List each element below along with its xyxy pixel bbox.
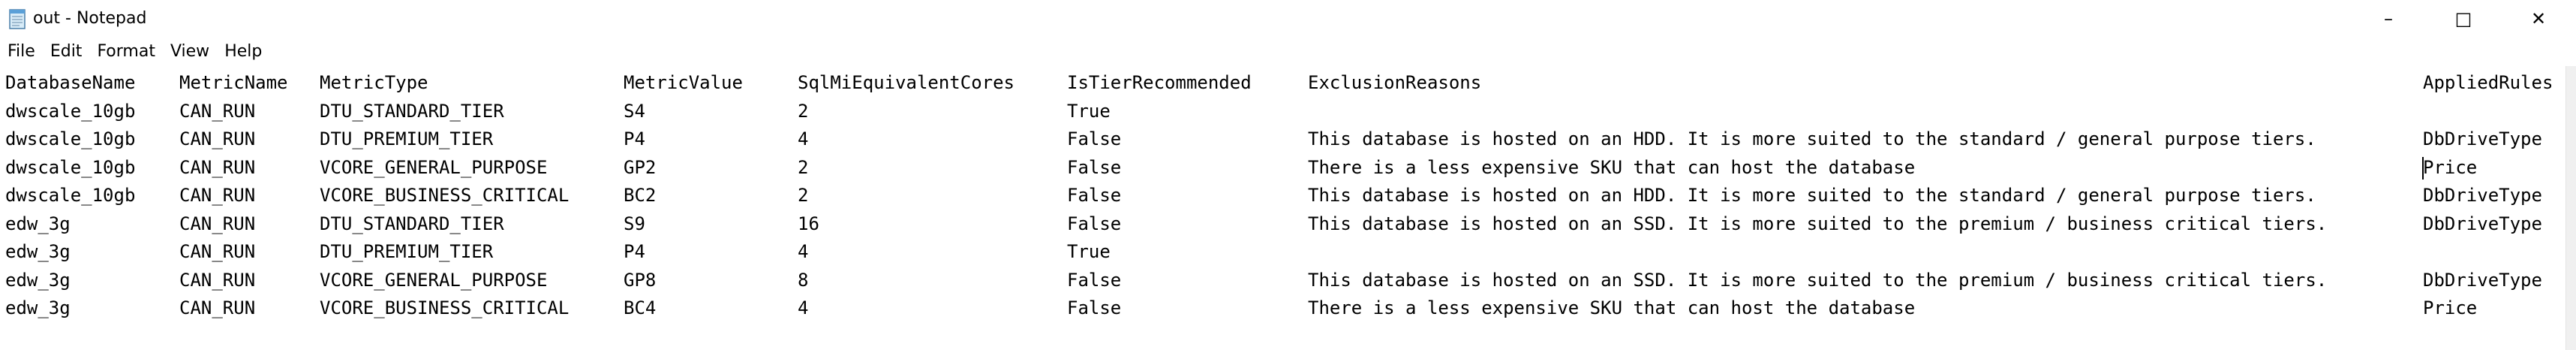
- text-row: edw_3g CAN_RUN VCORE_GENERAL_PURPOSE GP8 8 Fa…: [0, 267, 2566, 294]
- table-cell: False: [1067, 213, 1122, 234]
- text-row: edw_3g CAN_RUN VCORE_BUSINESS_CRITICAL BC4 4…: [0, 294, 2566, 322]
- table-cell: CAN_RUN: [179, 241, 256, 262]
- close-button[interactable]: ✕: [2501, 0, 2576, 38]
- column-header: IsTierRecommended: [1067, 72, 1252, 93]
- table-cell: edw_3g: [5, 213, 71, 234]
- table-cell: CAN_RUN: [179, 128, 256, 149]
- table-cell: This database is hosted on an SSD. It is…: [1308, 269, 2328, 291]
- table-cell: CAN_RUN: [179, 100, 256, 122]
- table-cell: True: [1067, 100, 1111, 122]
- table-cell: DTU_STANDARD_TIER: [320, 100, 504, 122]
- table-cell: GP8: [624, 269, 657, 291]
- table-cell: 4: [798, 241, 809, 262]
- table-cell: GP2: [624, 156, 657, 178]
- table-cell: S9: [624, 213, 645, 234]
- notepad-window: out - Notepad – □ ✕ File Edit Format Vie…: [0, 0, 2576, 350]
- table-cell: False: [1067, 297, 1122, 318]
- table-cell: VCORE_GENERAL_PURPOSE: [320, 269, 548, 291]
- close-icon: ✕: [2530, 8, 2547, 29]
- menu-help[interactable]: Help: [217, 39, 269, 65]
- table-cell: 4: [798, 128, 809, 149]
- table-cell: False: [1067, 156, 1122, 178]
- table-cell: VCORE_BUSINESS_CRITICAL: [320, 185, 570, 206]
- table-cell: False: [1067, 185, 1122, 206]
- table-cell: This database is hosted on an HDD. It is…: [1308, 128, 2316, 149]
- text-row: dwscale_10gb CAN_RUN DTU_STANDARD_TIER S4 2 T…: [0, 98, 2566, 125]
- table-cell: This database is hosted on an SSD. It is…: [1308, 213, 2328, 234]
- table-cell: S4: [624, 100, 645, 122]
- table-cell: 2: [798, 100, 809, 122]
- table-cell: There is a less expensive SKU that can h…: [1308, 297, 1916, 318]
- table-cell: edw_3g: [5, 269, 71, 291]
- table-cell: False: [1067, 269, 1122, 291]
- minimize-button[interactable]: –: [2351, 0, 2426, 38]
- menu-bar: File Edit Format View Help: [0, 38, 2576, 67]
- table-cell: This database is hosted on an HDD. It is…: [1308, 185, 2316, 206]
- table-cell: False: [1067, 128, 1122, 149]
- table-cell: BC4: [624, 297, 657, 318]
- table-cell: dwscale_10gb: [5, 128, 136, 149]
- text-row: edw_3g CAN_RUN DTU_PREMIUM_TIER P4 4 True: [0, 238, 2566, 266]
- table-cell: Price: [2423, 297, 2478, 318]
- table-cell: CAN_RUN: [179, 156, 256, 178]
- column-header: MetricType: [320, 72, 428, 93]
- table-cell: CAN_RUN: [179, 297, 256, 318]
- table-cell: There is a less expensive SKU that can h…: [1308, 156, 1916, 178]
- text-caret: [2422, 156, 2424, 180]
- table-cell: dwscale_10gb: [5, 185, 136, 206]
- text-row: dwscale_10gb CAN_RUN VCORE_GENERAL_PURPOSE…: [0, 154, 2566, 182]
- table-cell: 2: [798, 156, 809, 178]
- maximize-button[interactable]: □: [2426, 0, 2501, 38]
- table-cell: DbDriveType: [2423, 269, 2542, 291]
- table-cell: 4: [798, 297, 809, 318]
- text-row: dwscale_10gb CAN_RUN DTU_PREMIUM_TIER P4 4 Fa…: [0, 125, 2566, 153]
- column-header: SqlMiEquivalentCores: [798, 72, 1014, 93]
- table-cell: P4: [624, 241, 645, 262]
- window-controls: – □ ✕: [2351, 0, 2576, 38]
- table-cell: 8: [798, 269, 809, 291]
- text-row: dwscale_10gb CAN_RUN VCORE_BUSINESS_CRITIC…: [0, 182, 2566, 210]
- minimize-icon: –: [2384, 8, 2393, 29]
- table-cell: edw_3g: [5, 241, 71, 262]
- notepad-icon: [8, 8, 27, 30]
- column-header: DatabaseName: [5, 72, 136, 93]
- table-cell: DbDriveType: [2423, 128, 2542, 149]
- menu-view[interactable]: View: [163, 39, 217, 65]
- table-cell: CAN_RUN: [179, 213, 256, 234]
- table-cell: dwscale_10gb: [5, 100, 136, 122]
- table-cell: DTU_PREMIUM_TIER: [320, 128, 494, 149]
- table-cell: BC2: [624, 185, 657, 206]
- table-cell: DTU_PREMIUM_TIER: [320, 241, 494, 262]
- table-cell: DTU_STANDARD_TIER: [320, 213, 504, 234]
- table-cell: 16: [798, 213, 819, 234]
- table-cell: CAN_RUN: [179, 185, 256, 206]
- table-cell: P4: [624, 128, 645, 149]
- column-header: MetricName: [179, 72, 288, 93]
- table-cell: DbDriveType: [2423, 185, 2542, 206]
- column-header: MetricValue: [624, 72, 743, 93]
- table-cell: Price: [2423, 156, 2478, 178]
- text-editor[interactable]: DatabaseName MetricName MetricType MetricVa…: [0, 66, 2566, 350]
- table-cell: DbDriveType: [2423, 213, 2542, 234]
- maximize-icon: □: [2454, 8, 2472, 29]
- menu-edit[interactable]: Edit: [43, 39, 90, 65]
- table-cell: VCORE_BUSINESS_CRITICAL: [320, 297, 570, 318]
- vertical-scrollbar[interactable]: [2565, 66, 2576, 350]
- text-row: edw_3g CAN_RUN DTU_STANDARD_TIER S9 16 False T…: [0, 210, 2566, 238]
- table-cell: edw_3g: [5, 297, 71, 318]
- table-cell: True: [1067, 241, 1111, 262]
- window-title: out - Notepad: [33, 9, 147, 28]
- menu-format[interactable]: Format: [89, 39, 163, 65]
- table-cell: VCORE_GENERAL_PURPOSE: [320, 156, 548, 178]
- table-cell: 2: [798, 185, 809, 206]
- table-cell: dwscale_10gb: [5, 156, 136, 178]
- table-cell: CAN_RUN: [179, 269, 256, 291]
- column-header: AppliedRules: [2423, 72, 2553, 93]
- column-header: ExclusionReasons: [1308, 72, 1482, 93]
- menu-file[interactable]: File: [0, 39, 43, 65]
- header-row: DatabaseName MetricName MetricType MetricVa…: [0, 69, 2566, 97]
- title-bar[interactable]: out - Notepad – □ ✕: [0, 0, 2576, 38]
